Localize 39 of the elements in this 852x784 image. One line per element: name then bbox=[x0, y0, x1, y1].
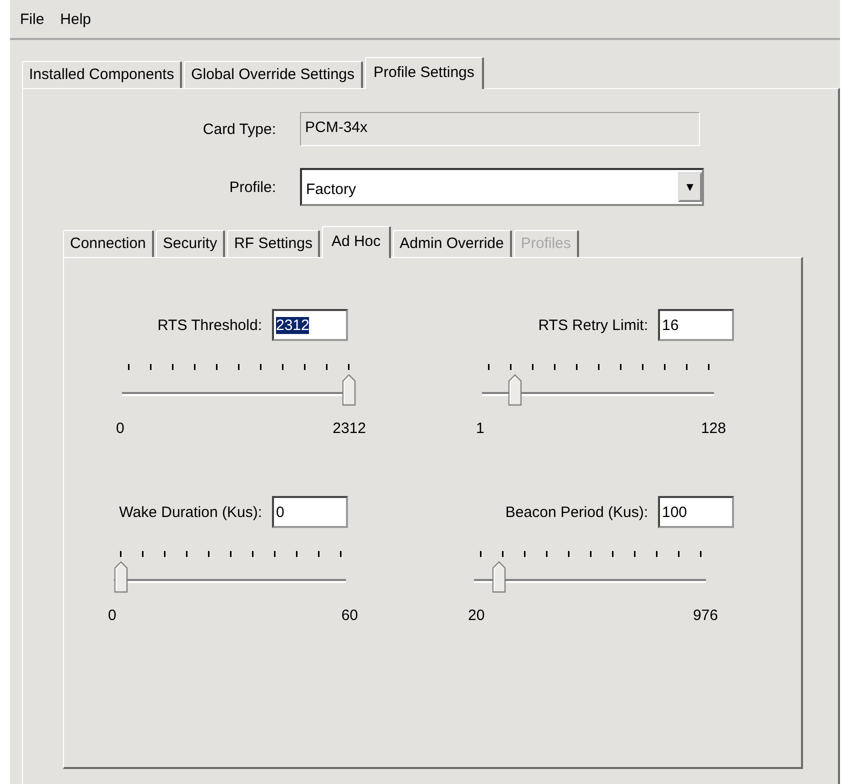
slider-thumb[interactable] bbox=[114, 561, 128, 593]
tab[interactable]: Security bbox=[156, 230, 226, 257]
max-value: 2312 bbox=[332, 420, 366, 437]
input-field[interactable]: 16 bbox=[658, 309, 734, 341]
field-label: Profile: bbox=[228, 178, 277, 196]
field-value: 16 bbox=[662, 317, 679, 334]
max-value: 128 bbox=[700, 420, 726, 437]
input-field[interactable]: 0 bbox=[272, 496, 348, 528]
field-value: 100 bbox=[662, 504, 688, 521]
tab[interactable]: Global Override Settings bbox=[184, 61, 363, 88]
card-type-field: PCM-34x bbox=[300, 112, 700, 146]
min-value: 20 bbox=[468, 607, 485, 624]
tab[interactable]: Installed Components bbox=[22, 61, 182, 88]
min-value: 0 bbox=[108, 607, 116, 624]
setting-label: RTS Threshold: bbox=[158, 316, 262, 334]
input-field[interactable]: 100 bbox=[658, 496, 734, 528]
min-value: 1 bbox=[476, 420, 484, 437]
field-value: 2312 bbox=[276, 317, 310, 334]
setting-label: Beacon Period (Kus): bbox=[505, 504, 648, 520]
min-value: 0 bbox=[116, 420, 124, 437]
field-value: 0 bbox=[276, 504, 284, 521]
tab[interactable]: Admin Override bbox=[392, 230, 512, 257]
tab[interactable]: Profile Settings bbox=[364, 57, 484, 89]
max-value: 976 bbox=[692, 607, 718, 624]
setting-label: RTS Retry Limit: bbox=[538, 316, 648, 334]
tab[interactable]: RF Settings bbox=[227, 230, 320, 257]
input-field[interactable]: 2312 bbox=[272, 309, 348, 341]
menu-item[interactable]: File bbox=[20, 10, 44, 28]
field-label: Card Type: bbox=[202, 120, 277, 138]
slider-thumb[interactable] bbox=[508, 374, 522, 406]
dropdown-arrow-button[interactable]: ▼ bbox=[678, 172, 702, 202]
max-value: 60 bbox=[341, 607, 358, 624]
tab[interactable]: Ad Hoc bbox=[322, 226, 391, 258]
setting-label: Wake Duration (Kus): bbox=[119, 504, 262, 520]
slider-thumb[interactable] bbox=[492, 561, 506, 593]
profile-dropdown[interactable]: Factory ▼ bbox=[300, 168, 704, 206]
slider-thumb[interactable] bbox=[342, 374, 356, 406]
menu-item[interactable]: Help bbox=[60, 10, 92, 28]
tab[interactable]: Connection bbox=[63, 230, 154, 257]
